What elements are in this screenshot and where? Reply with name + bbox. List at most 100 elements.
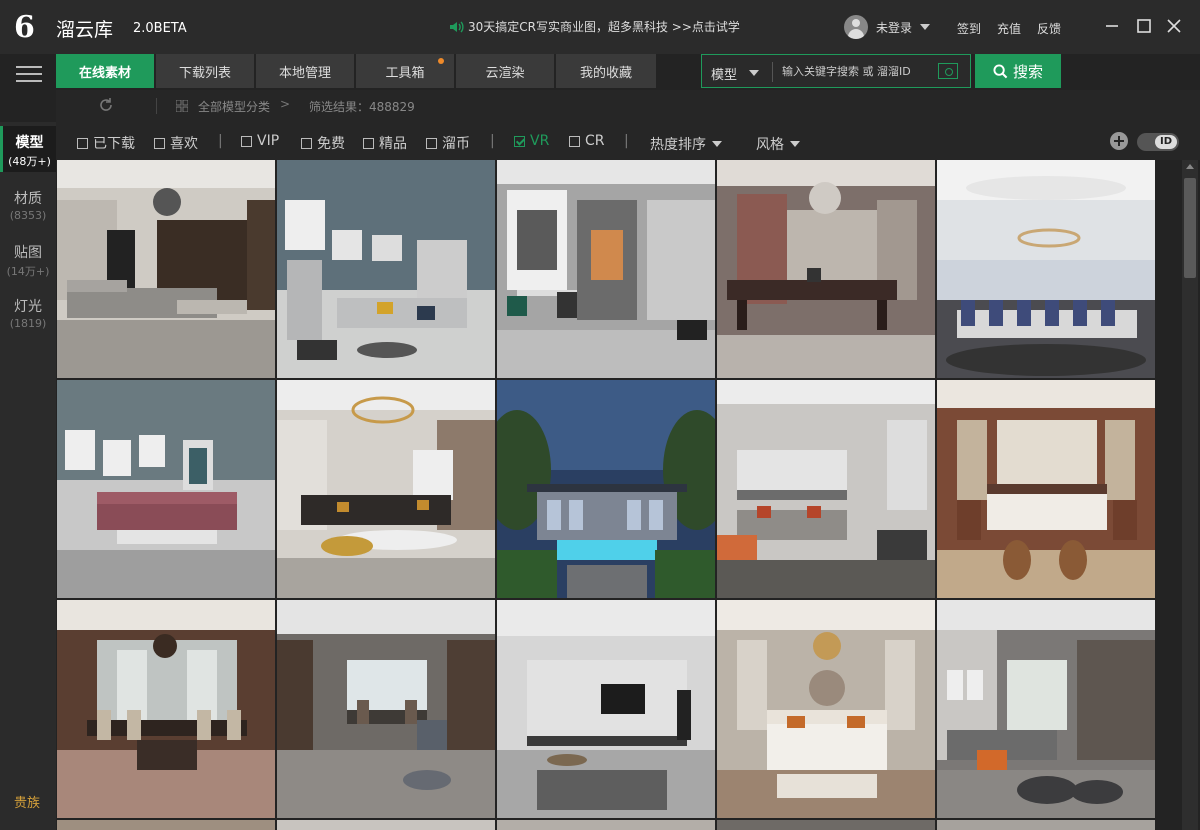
living-room-render: [57, 380, 275, 598]
checkbox[interactable]: [301, 137, 312, 149]
app-version: 2.0BETA: [133, 21, 187, 36]
notification-dot: [438, 58, 444, 64]
category-grid-icon: [176, 100, 188, 112]
model-thumbnail[interactable]: [57, 380, 275, 598]
filter-divider: |: [218, 133, 223, 149]
breadcrumb: 全部模型分类 > 筛选结果：488829: [56, 90, 1200, 122]
app-logo: 6: [14, 10, 35, 45]
checkbox[interactable]: [77, 137, 88, 149]
model-thumbnail[interactable]: [717, 820, 935, 830]
search-button[interactable]: 搜索: [975, 54, 1061, 88]
vip-label[interactable]: 贵族: [14, 792, 40, 811]
sort-dropdown[interactable]: 热度排序: [650, 134, 722, 154]
checkbox[interactable]: [569, 135, 580, 147]
menu-icon[interactable]: [16, 66, 42, 86]
filter-liked[interactable]: 喜欢: [154, 133, 198, 153]
scroll-up-icon[interactable]: [1186, 164, 1194, 169]
model-thumbnail[interactable]: [497, 380, 715, 598]
model-thumbnail[interactable]: [717, 600, 935, 818]
dining-room-render: [497, 160, 715, 378]
tab-toolbox[interactable]: 工具箱: [356, 54, 454, 88]
model-thumbnail[interactable]: [497, 160, 715, 378]
signin-link[interactable]: 签到: [957, 20, 981, 37]
avatar: [844, 15, 868, 39]
model-thumbnail[interactable]: [937, 600, 1155, 818]
maximize-icon[interactable]: [1134, 16, 1154, 36]
meeting-room-render: [937, 160, 1155, 378]
sidebar-item-model[interactable]: 模型 (48万+): [0, 126, 56, 172]
refresh-icon[interactable]: [98, 97, 114, 113]
model-thumbnail[interactable]: [277, 380, 495, 598]
breadcrumb-all-categories[interactable]: 全部模型分类: [198, 98, 270, 115]
checkbox[interactable]: [241, 135, 252, 147]
filter-cr[interactable]: CR: [569, 133, 605, 149]
id-scan-icon[interactable]: [938, 63, 958, 79]
model-thumbnail[interactable]: [937, 160, 1155, 378]
tab-cloud-render[interactable]: 云渲染: [456, 54, 554, 88]
model-thumbnail[interactable]: [717, 160, 935, 378]
tab-online-assets[interactable]: 在线素材: [56, 54, 154, 88]
title-bar: 6 溜云库 2.0BETA 30天搞定CR写实商业图，超多黑科技 >>点击试学 …: [0, 0, 1200, 54]
checkbox-checked[interactable]: [514, 135, 525, 147]
living-room-render: [277, 380, 495, 598]
model-thumbnail[interactable]: [497, 600, 715, 818]
id-toggle[interactable]: ID: [1137, 133, 1179, 151]
sidebar-item-texture[interactable]: 贴图 (14万+): [0, 242, 56, 279]
user-menu[interactable]: 未登录: [844, 15, 931, 39]
scrollbar-thumb[interactable]: [1184, 178, 1196, 278]
sidebar-item-light[interactable]: 灯光 (1819): [0, 296, 56, 330]
model-thumbnail[interactable]: [277, 820, 495, 830]
model-thumbnail[interactable]: [277, 160, 495, 378]
model-thumbnail[interactable]: [937, 820, 1155, 830]
model-thumbnail[interactable]: [57, 820, 275, 830]
chevron-down-icon: [790, 141, 800, 147]
model-thumbnail[interactable]: [497, 820, 715, 830]
sidebar-item-material[interactable]: 材质 (8353): [0, 188, 56, 222]
search-input[interactable]: [782, 59, 932, 83]
promo-text: 30天搞定CR写实商业图，超多黑科技 >>点击试学: [468, 20, 740, 34]
main-tabs: 在线素材 下载列表 本地管理 工具箱 云渲染 我的收藏: [56, 54, 658, 88]
app-name: 溜云库: [56, 19, 114, 41]
filter-vip[interactable]: VIP: [241, 133, 279, 149]
filter-coin[interactable]: 溜币: [426, 133, 470, 153]
add-icon[interactable]: [1110, 132, 1128, 150]
living-room-render: [497, 600, 715, 818]
kitchen-living-render: [717, 380, 935, 598]
filter-divider: |: [624, 133, 629, 149]
feedback-link[interactable]: 反馈: [1037, 20, 1061, 37]
model-thumbnail[interactable]: [937, 380, 1155, 598]
bedroom-render: [717, 600, 935, 818]
filter-premium[interactable]: 精品: [363, 133, 407, 153]
living-room-render: [57, 160, 275, 378]
model-thumbnail[interactable]: [57, 160, 275, 378]
model-thumbnail[interactable]: [717, 380, 935, 598]
filter-free[interactable]: 免费: [301, 133, 345, 153]
filter-downloaded[interactable]: 已下载: [77, 133, 135, 153]
style-dropdown[interactable]: 风格: [756, 134, 800, 154]
filter-bar: 已下载 喜欢 | VIP 免费 精品 溜币 | VR CR | 热度排序 风格 …: [56, 122, 1200, 160]
living-room-render: [937, 600, 1155, 818]
scrollbar[interactable]: [1182, 160, 1198, 830]
tab-local-manage[interactable]: 本地管理: [256, 54, 354, 88]
model-thumbnail[interactable]: [57, 600, 275, 818]
result-count: 筛选结果：488829: [309, 100, 415, 114]
breadcrumb-arrow: >: [280, 97, 291, 111]
user-status: 未登录: [876, 20, 913, 35]
filter-divider: |: [490, 133, 495, 149]
checkbox[interactable]: [154, 137, 165, 149]
tab-favorites[interactable]: 我的收藏: [556, 54, 656, 88]
checkbox[interactable]: [426, 137, 437, 149]
filter-vr[interactable]: VR: [514, 133, 549, 149]
promo-banner[interactable]: 30天搞定CR写实商业图，超多黑科技 >>点击试学: [448, 18, 740, 35]
recharge-link[interactable]: 充值: [997, 20, 1021, 37]
search-type-select[interactable]: 模型: [711, 64, 737, 83]
tab-download-list[interactable]: 下载列表: [156, 54, 254, 88]
close-icon[interactable]: [1164, 16, 1184, 36]
category-sidebar: 模型 (48万+) 材质 (8353) 贴图 (14万+) 灯光 (1819) …: [0, 122, 56, 830]
checkbox[interactable]: [363, 137, 374, 149]
model-thumbnail[interactable]: [277, 600, 495, 818]
minimize-icon[interactable]: [1102, 16, 1122, 36]
speaker-icon: [450, 21, 464, 32]
chevron-down-icon[interactable]: [749, 70, 759, 76]
chevron-down-icon: [712, 141, 722, 147]
